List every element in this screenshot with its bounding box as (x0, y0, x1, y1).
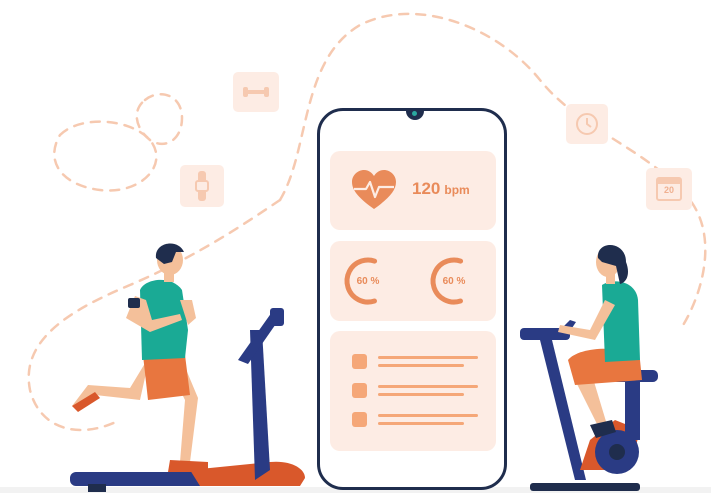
checklist-item[interactable] (352, 353, 482, 371)
fitness-band-icon (180, 165, 224, 207)
clock-icon (566, 104, 608, 144)
phone-mockup: 120 bpm 60 % 60 % (317, 108, 507, 490)
heart-rate-value: 120 (412, 179, 441, 198)
text-placeholder-line (378, 393, 464, 396)
text-placeholder-line (378, 422, 464, 425)
calendar-icon: 20 (646, 168, 692, 210)
text-placeholder-line (378, 385, 478, 388)
phone-notch (406, 108, 424, 120)
progress-gauge: 60 % (428, 255, 480, 307)
checklist-card[interactable] (330, 331, 496, 451)
text-placeholder-line (378, 414, 478, 417)
checkbox[interactable] (352, 354, 367, 369)
progress-card[interactable]: 60 % 60 % (330, 241, 496, 321)
checklist-item[interactable] (352, 411, 482, 429)
dumbbell-icon (233, 72, 279, 112)
heart-rate-readout: 120 bpm (412, 179, 470, 199)
text-placeholder-line (378, 364, 464, 367)
camera-dot (412, 111, 417, 116)
gauge-percent: 60 % (356, 275, 380, 287)
runner-man (72, 243, 208, 472)
calendar-day: 20 (663, 185, 674, 195)
heart-rate-unit: bpm (444, 183, 470, 197)
heart-pulse-icon (352, 170, 396, 209)
gauge-percent: 60 % (442, 275, 466, 287)
heart-rate-card[interactable]: 120 bpm (330, 151, 496, 230)
progress-gauge: 60 % (342, 255, 394, 307)
checklist-item[interactable] (352, 382, 482, 400)
checkbox[interactable] (352, 412, 367, 427)
checkbox[interactable] (352, 383, 367, 398)
text-placeholder-line (378, 356, 478, 359)
